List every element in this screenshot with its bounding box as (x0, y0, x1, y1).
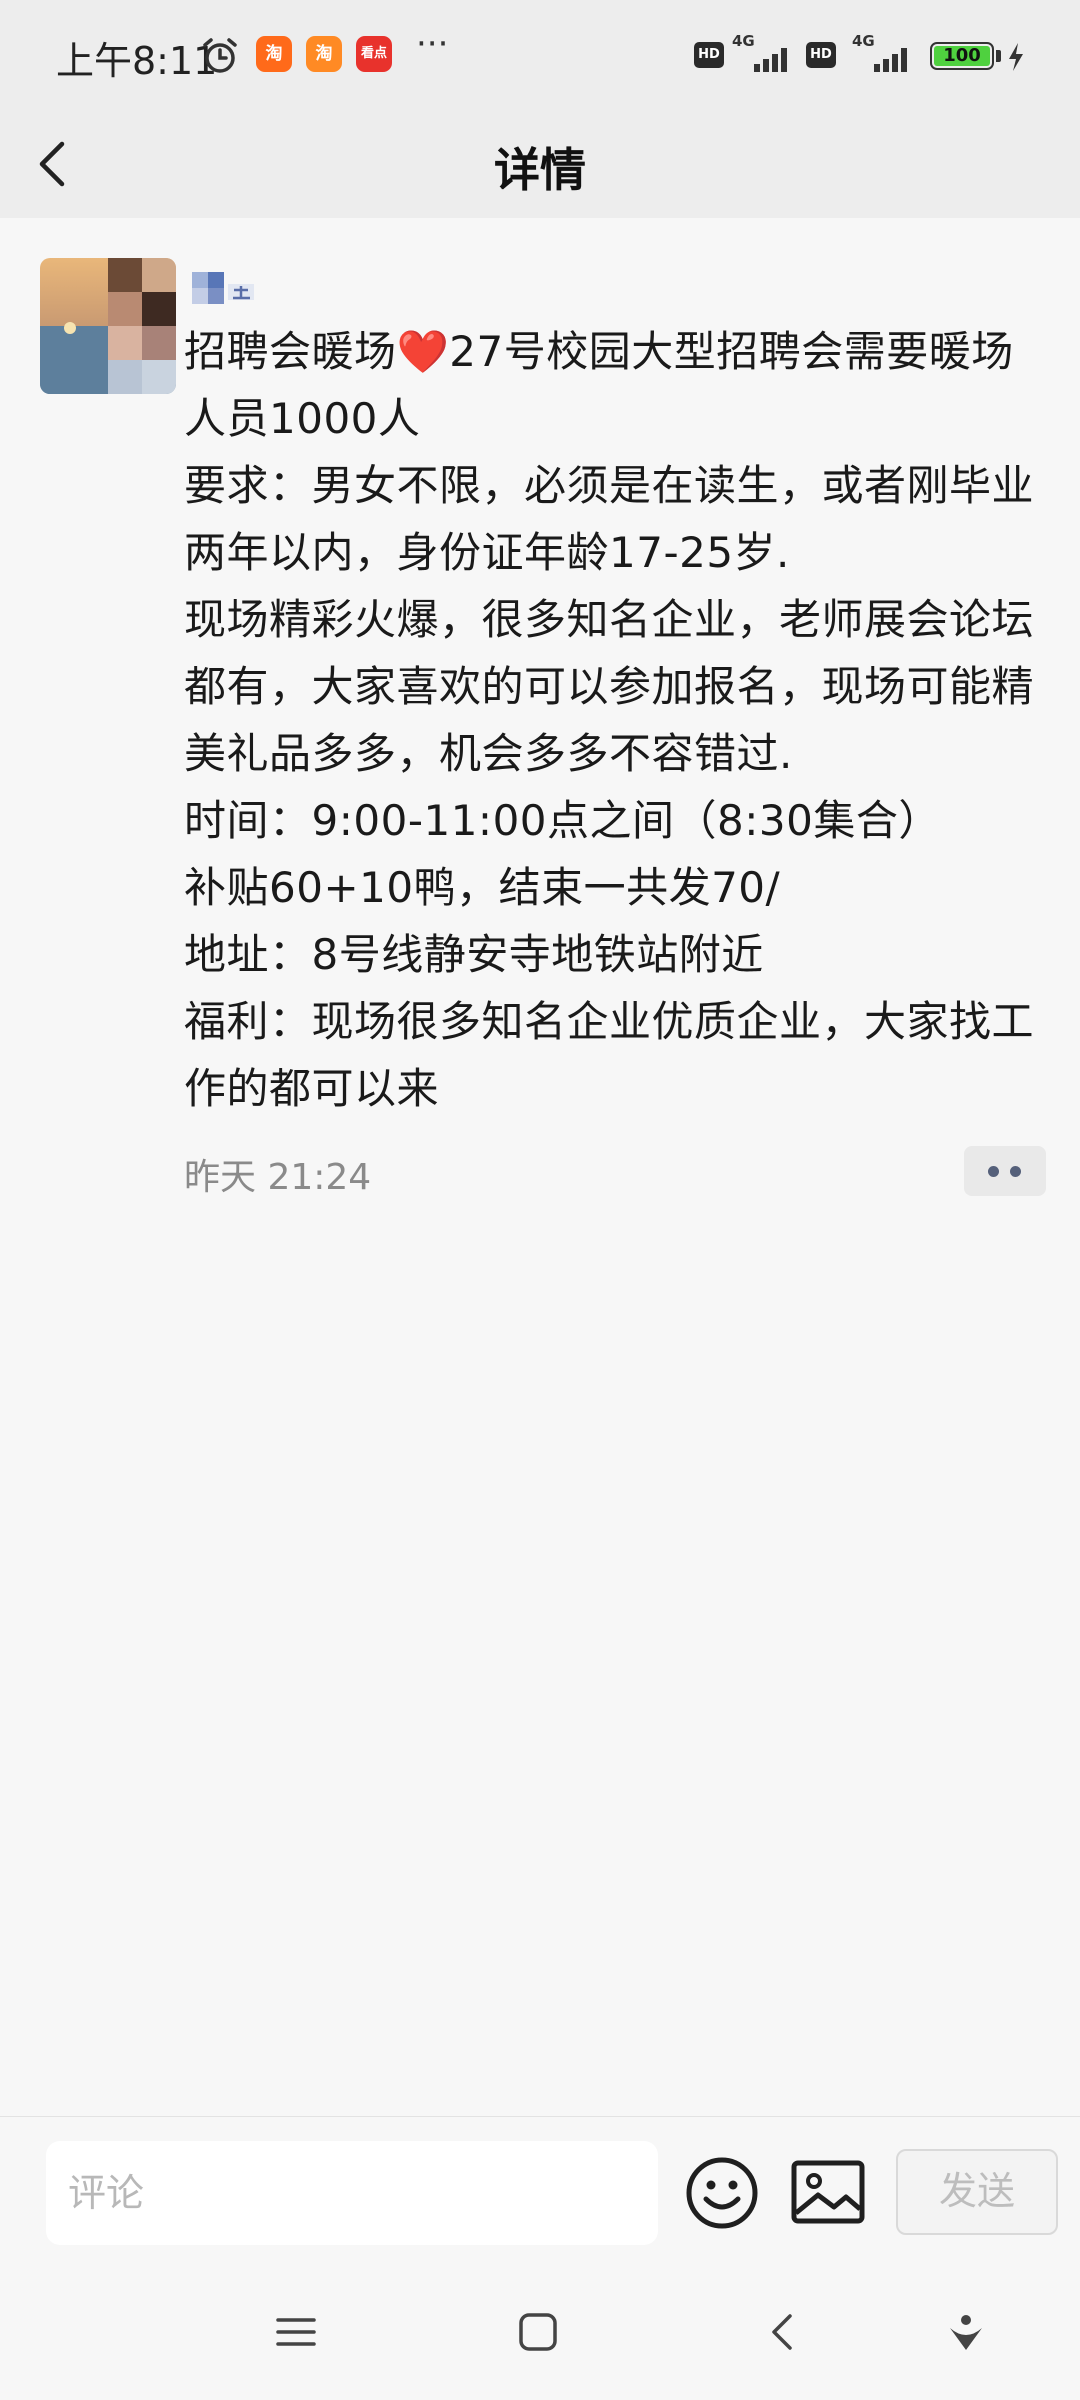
page-title: 详情 (494, 143, 586, 197)
navigation-bar (0, 2268, 1080, 2400)
avatar[interactable] (40, 258, 176, 394)
post-detail: 招聘会暖场❤️27号校园大型招聘会需要暖场人员1000人 要求：男女不限，必须是… (0, 218, 1080, 2116)
kandian-icon: 看点 (356, 36, 392, 72)
signal-strength-icon (754, 48, 787, 72)
emoji-icon[interactable] (684, 2155, 760, 2231)
signal-strength-icon (874, 48, 907, 72)
hd-voice-icon: HD (694, 42, 724, 68)
assistant-icon[interactable] (942, 2308, 990, 2356)
status-bar: 上午8:11 淘 淘 看点 ··· HD 4G HD 4G 100 (0, 0, 1080, 112)
hd-voice-icon: HD (806, 42, 836, 68)
more-notifications-icon: ··· (416, 24, 449, 64)
header: 详情 (0, 112, 1080, 218)
taobao-icon: 淘 (256, 36, 292, 72)
send-button[interactable]: 发送 (896, 2149, 1058, 2235)
post-body: 招聘会暖场❤️27号校园大型招聘会需要暖场人员1000人 要求：男女不限，必须是… (184, 327, 1035, 1113)
more-dot (988, 1166, 999, 1177)
battery-level: 100 (934, 46, 990, 66)
alarm-clock-icon (203, 38, 237, 73)
post-timestamp: 昨天 21:24 (184, 1157, 372, 1198)
back-icon[interactable] (760, 2308, 808, 2356)
comment-bar: 发送 (0, 2116, 1080, 2269)
battery-icon: 100 (930, 42, 994, 70)
menu-icon[interactable] (272, 2308, 320, 2356)
shopping-icon: 淘 (306, 36, 342, 72)
comment-input[interactable] (46, 2141, 658, 2245)
charging-icon (1009, 43, 1023, 71)
more-options-button[interactable] (964, 1146, 1046, 1196)
status-time: 上午8:11 (56, 39, 218, 83)
more-dot (1010, 1166, 1021, 1177)
battery-tip (996, 50, 1001, 62)
home-icon[interactable] (514, 2308, 562, 2356)
username[interactable] (186, 264, 276, 312)
image-icon[interactable] (790, 2159, 866, 2225)
